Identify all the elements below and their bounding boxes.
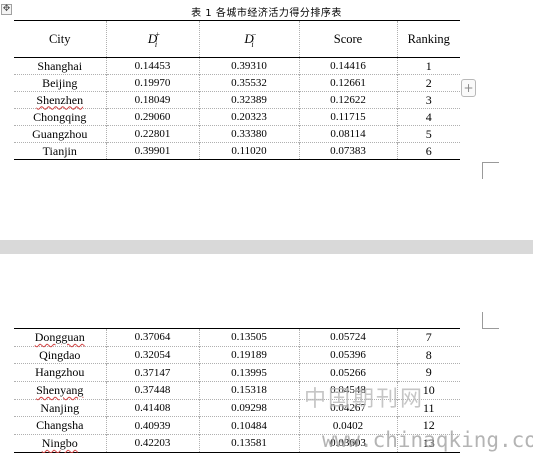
cell-city[interactable]: Hangzhou [14,363,106,382]
cell-rank[interactable]: 5 [396,125,460,143]
cell-city[interactable]: Nanjing [14,398,106,417]
cell-city-text: Shenyang [36,382,84,397]
cell-city[interactable]: Shenyang [14,381,106,400]
page-break-gap [0,240,533,254]
page-margin-corner-mark [482,312,499,329]
cell-d-plus[interactable]: 0.39901 [105,142,199,160]
table-header-row: City D+i D−i Score Ranking [14,20,460,58]
cell-d-plus[interactable]: 0.37147 [105,363,199,382]
cell-d-minus[interactable]: 0.15318 [198,381,299,400]
table-row: Shanghai 0.14453 0.39310 0.14416 1 [14,57,460,75]
cell-score[interactable]: 0.08114 [298,125,397,143]
results-table-part1: City D+i D−i Score Ranking Shanghai 0.14… [14,20,460,160]
cell-city-text: Shenzhen [36,92,84,107]
cell-d-plus[interactable]: 0.14453 [105,57,199,75]
table-row: Guangzhou 0.22801 0.33380 0.08114 5 [14,125,460,143]
cell-score[interactable]: 0.05724 [298,328,397,347]
cell-city[interactable]: Qingdao [14,345,106,364]
add-row-button[interactable]: + [461,79,476,97]
cell-rank[interactable]: 2 [396,74,460,92]
table-row: Hangzhou 0.37147 0.13995 0.05266 9 [14,363,460,382]
cell-score[interactable]: 0.12661 [298,74,397,92]
cell-d-minus[interactable]: 0.13581 [198,434,299,453]
cell-d-plus[interactable]: 0.37448 [105,381,199,400]
document-page-1: ✥ 表 1 各城市经济活力得分排序表 City D+i D−i Score Ra… [0,0,533,240]
cell-d-minus[interactable]: 0.32389 [198,91,299,109]
cell-city[interactable]: Chongqing [14,108,106,126]
cell-city[interactable]: Shenzhen [14,91,106,109]
header-d-plus: D+i [105,20,199,58]
cell-d-plus[interactable]: 0.41408 [105,398,199,417]
cell-d-plus[interactable]: 0.40939 [105,416,199,435]
cell-d-minus[interactable]: 0.13505 [198,328,299,347]
header-ranking: Ranking [396,20,460,58]
cell-rank[interactable]: 6 [396,142,460,160]
header-city: City [14,20,106,58]
cell-d-minus[interactable]: 0.33380 [198,125,299,143]
header-d-minus: D−i [198,20,299,58]
table-row: Beijing 0.19970 0.35532 0.12661 2 [14,74,460,92]
cell-city[interactable]: Changsha [14,416,106,435]
cell-d-plus[interactable]: 0.18049 [105,91,199,109]
cell-d-minus[interactable]: 0.19189 [198,345,299,364]
cell-d-plus[interactable]: 0.42203 [105,434,199,453]
cell-score[interactable]: 0.07383 [298,142,397,160]
cell-rank[interactable]: 9 [396,363,460,382]
cell-d-minus[interactable]: 0.13995 [198,363,299,382]
cell-d-minus[interactable]: 0.10484 [198,416,299,435]
cell-city-text: Dongguan [34,329,85,344]
cell-d-plus[interactable]: 0.37064 [105,328,199,347]
table-row: Chongqing 0.29060 0.20323 0.11715 4 [14,108,460,126]
cell-score[interactable]: 0.11715 [298,108,397,126]
cell-d-plus[interactable]: 0.32054 [105,345,199,364]
cell-rank[interactable]: 8 [396,345,460,364]
watermark-chinese-text: 中国期刊网 [304,387,425,412]
cell-city[interactable]: Tianjin [14,142,106,160]
table-row: Shenzhen 0.18049 0.32389 0.12622 3 [14,91,460,109]
cell-d-minus[interactable]: 0.39310 [198,57,299,75]
cell-d-plus[interactable]: 0.22801 [105,125,199,143]
cell-d-plus[interactable]: 0.29060 [105,108,199,126]
cell-city[interactable]: Beijing [14,74,106,92]
table-row: Dongguan 0.37064 0.13505 0.05724 7 [14,328,460,347]
cell-d-plus[interactable]: 0.19970 [105,74,199,92]
cell-rank[interactable]: 7 [396,328,460,347]
cell-d-minus[interactable]: 0.35532 [198,74,299,92]
table-row: Tianjin 0.39901 0.11020 0.07383 6 [14,142,460,160]
cell-city[interactable]: Guangzhou [14,125,106,143]
watermark-url-text: www.chinaqking.com [322,428,533,452]
cell-rank[interactable]: 1 [396,57,460,75]
cell-score[interactable]: 0.14416 [298,57,397,75]
table-caption: 表 1 各城市经济活力得分排序表 [191,8,342,19]
cell-city[interactable]: Dongguan [14,328,106,347]
cell-d-minus[interactable]: 0.09298 [198,398,299,417]
cell-rank[interactable]: 4 [396,108,460,126]
cell-score[interactable]: 0.05396 [298,345,397,364]
cell-score[interactable]: 0.05266 [298,363,397,382]
cell-d-minus[interactable]: 0.11020 [198,142,299,160]
table-row: Qingdao 0.32054 0.19189 0.05396 8 [14,345,460,364]
cell-rank[interactable]: 3 [396,91,460,109]
document-page-2: Dongguan 0.37064 0.13505 0.05724 7 Qingd… [0,254,533,453]
cell-city[interactable]: Ningbo [14,434,106,453]
cell-d-minus[interactable]: 0.20323 [198,108,299,126]
cell-city[interactable]: Shanghai [14,57,106,75]
cell-city-text: Ningbo [41,435,78,450]
header-score: Score [298,20,397,58]
cell-score[interactable]: 0.12622 [298,91,397,109]
page-margin-corner-mark [482,162,499,179]
